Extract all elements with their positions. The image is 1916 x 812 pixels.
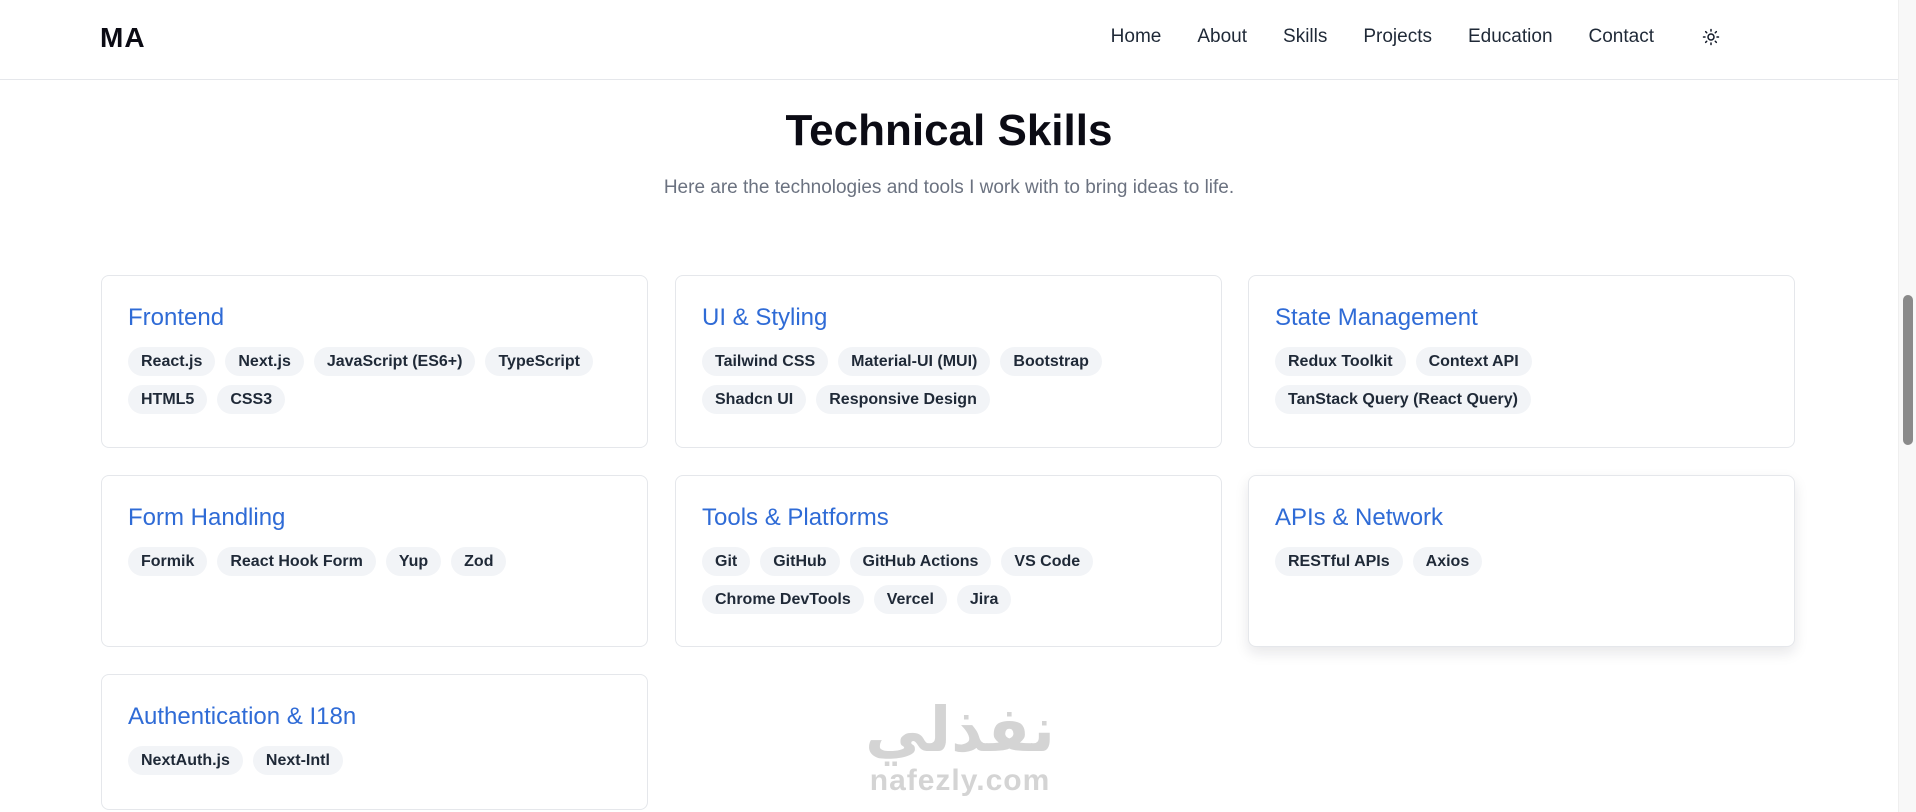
card-title: Tools & Platforms xyxy=(702,504,889,531)
sun-icon xyxy=(1702,28,1720,46)
nav-link-education[interactable]: Education xyxy=(1468,26,1553,48)
card-title: Form Handling xyxy=(128,504,286,531)
skill-tag: Axios xyxy=(1412,547,1483,576)
skill-tag: React Hook Form xyxy=(217,547,376,576)
skill-card-form-handling: Form Handling Formik React Hook Form Yup… xyxy=(101,475,648,647)
skill-card-tools-platforms: Tools & Platforms Git GitHub GitHub Acti… xyxy=(675,475,1222,647)
nav-link-about[interactable]: About xyxy=(1197,26,1247,48)
tag-list: React.js Next.js JavaScript (ES6+) TypeS… xyxy=(128,347,621,414)
skill-tag: Redux Toolkit xyxy=(1275,347,1406,376)
skill-tag: VS Code xyxy=(1001,547,1094,576)
skill-tag: React.js xyxy=(128,347,216,376)
card-title: APIs & Network xyxy=(1275,504,1444,531)
skill-card-state-management: State Management Redux Toolkit Context A… xyxy=(1248,275,1795,448)
watermark: نفذلي nafezly.com xyxy=(850,700,1070,796)
skill-tag: HTML5 xyxy=(128,385,208,414)
skill-tag: NextAuth.js xyxy=(128,746,243,775)
card-title: UI & Styling xyxy=(702,304,828,331)
tag-list: Formik React Hook Form Yup Zod xyxy=(128,547,621,576)
skill-card-frontend: Frontend React.js Next.js JavaScript (ES… xyxy=(101,275,648,448)
skill-tag: Formik xyxy=(128,547,208,576)
tag-list: RESTful APIs Axios xyxy=(1275,547,1768,576)
skill-tag: Context API xyxy=(1415,347,1532,376)
skill-tag: Bootstrap xyxy=(1000,347,1102,376)
site-logo[interactable]: MA xyxy=(100,22,146,54)
card-title: Authentication & I18n xyxy=(128,703,357,730)
watermark-latin: nafezly.com xyxy=(869,764,1051,797)
skill-tag: Yup xyxy=(385,547,442,576)
nav-link-home[interactable]: Home xyxy=(1111,26,1162,48)
scrollbar-thumb[interactable] xyxy=(1903,295,1913,445)
skill-tag: Vercel xyxy=(873,585,947,614)
page-scrollbar[interactable] xyxy=(1898,0,1916,812)
skill-tag: TanStack Query (React Query) xyxy=(1275,385,1532,414)
section-title: Technical Skills xyxy=(785,106,1113,155)
skill-tag: GitHub Actions xyxy=(849,547,992,576)
skill-tag: CSS3 xyxy=(217,385,286,414)
skill-tag: Material-UI (MUI) xyxy=(838,347,991,376)
nav-link-contact[interactable]: Contact xyxy=(1589,26,1654,48)
skill-tag: Git xyxy=(702,547,751,576)
skill-tag: Responsive Design xyxy=(816,385,990,414)
skill-tag: Next-Intl xyxy=(252,746,343,775)
skill-tag: Next.js xyxy=(225,347,304,376)
skill-card-ui-styling: UI & Styling Tailwind CSS Material-UI (M… xyxy=(675,275,1222,448)
skill-tag: Shadcn UI xyxy=(702,385,807,414)
skill-card-apis-network: APIs & Network RESTful APIs Axios xyxy=(1248,475,1795,647)
skill-tag: GitHub xyxy=(760,547,840,576)
card-title: Frontend xyxy=(128,304,225,331)
skill-tag: Chrome DevTools xyxy=(702,585,864,614)
main-nav: Home About Skills Projects Education Con… xyxy=(1075,26,1722,48)
skill-tag: JavaScript (ES6+) xyxy=(313,347,476,376)
tag-list: Tailwind CSS Material-UI (MUI) Bootstrap… xyxy=(702,347,1195,414)
skill-card-authentication-i18n: Authentication & I18n NextAuth.js Next-I… xyxy=(101,674,648,810)
tag-list: Git GitHub GitHub Actions VS Code Chrome… xyxy=(702,547,1195,614)
watermark-arabic: نفذلي xyxy=(865,696,1055,765)
site-header: MA Home About Skills Projects Education … xyxy=(0,0,1898,80)
skill-tag: Jira xyxy=(956,585,1012,614)
skill-tag: Tailwind CSS xyxy=(702,347,829,376)
nav-link-skills[interactable]: Skills xyxy=(1283,26,1327,48)
nav-link-projects[interactable]: Projects xyxy=(1363,26,1432,48)
skill-tag: RESTful APIs xyxy=(1275,547,1403,576)
tag-list: Redux Toolkit Context API TanStack Query… xyxy=(1275,347,1768,414)
skill-tag: TypeScript xyxy=(485,347,593,376)
section-subtitle: Here are the technologies and tools I wo… xyxy=(663,177,1235,198)
theme-toggle-button[interactable] xyxy=(1700,26,1722,48)
card-title: State Management xyxy=(1275,304,1478,331)
skill-tag: Zod xyxy=(451,547,507,576)
tag-list: NextAuth.js Next-Intl xyxy=(128,746,621,775)
